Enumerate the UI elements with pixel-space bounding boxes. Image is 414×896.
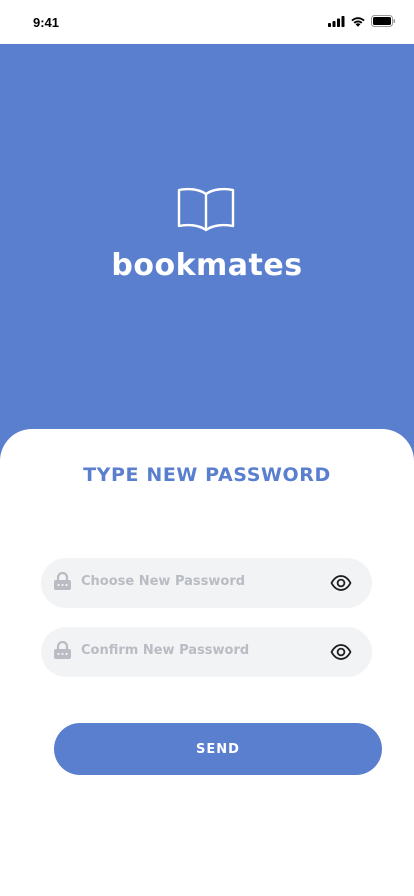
- confirm-password-field[interactable]: Confirm New Password: [41, 627, 372, 677]
- wifi-icon: [350, 16, 366, 27]
- new-password-field[interactable]: Choose New Password: [41, 558, 372, 608]
- eye-icon[interactable]: [330, 573, 352, 597]
- status-bar: 9:41: [0, 0, 414, 44]
- status-time: 9:41: [33, 15, 60, 30]
- lock-icon: [53, 571, 72, 595]
- battery-icon: [371, 15, 396, 27]
- page-title: TYPE NEW PASSWORD: [83, 464, 331, 486]
- eye-icon[interactable]: [330, 642, 352, 666]
- confirm-password-placeholder: Confirm New Password: [81, 643, 250, 658]
- brand-name: bookmates: [111, 248, 303, 283]
- lock-icon: [53, 640, 72, 664]
- status-icons: [328, 15, 396, 27]
- password-form-card: TYPE NEW PASSWORD Choose New Password Co…: [0, 429, 414, 896]
- new-password-placeholder: Choose New Password: [81, 574, 246, 589]
- signal-icon: [328, 15, 345, 27]
- reset-password-screen: 9:41 bookmates TYPE NEW PASSWORD Choose …: [0, 0, 414, 896]
- brand-header: bookmates: [0, 44, 414, 474]
- send-button[interactable]: SEND: [54, 723, 382, 775]
- open-book-icon: [176, 186, 236, 236]
